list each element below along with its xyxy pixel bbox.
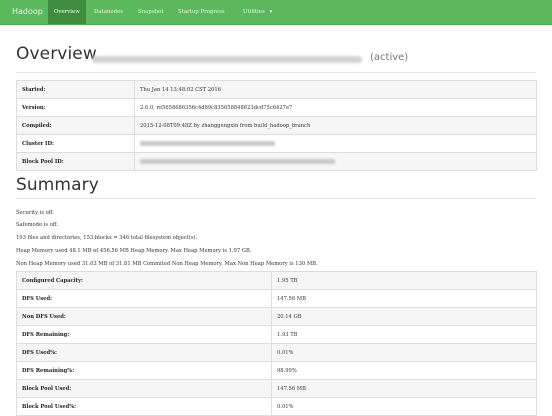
overview-table: Started: Thu Jan 14 13:48:02 CST 2016 Ve…	[16, 80, 537, 171]
row-value: 1.93 TB	[271, 325, 537, 344]
hostname-redacted	[92, 56, 362, 63]
table-row: DFS Remaining%: 98.99%	[16, 361, 537, 380]
table-row: Compiled: 2015-12-08T09:48Z by zhanggeng…	[16, 116, 537, 135]
filesystem-objects: 193 files and directories, 153 blocks = …	[16, 235, 198, 241]
row-value: 147.56 MB	[271, 379, 537, 398]
table-row: Cluster ID:	[16, 134, 537, 153]
row-label: Non DFS Used:	[16, 307, 272, 326]
row-value: 147.56 MB	[271, 289, 537, 308]
row-label: DFS Remaining%:	[16, 361, 272, 380]
row-value: 98.99%	[271, 361, 537, 380]
row-label: Started:	[16, 80, 135, 99]
divider	[16, 198, 536, 199]
table-row: Version: 2.6.0, re5658686356c4d89c835658…	[16, 98, 537, 117]
table-row: DFS Remaining: 1.93 TB	[16, 325, 537, 344]
row-value: 1.95 TB	[271, 271, 537, 290]
row-value: Thu Jan 14 13:48:02 CST 2016	[134, 80, 537, 99]
table-row: Configured Capacity: 1.95 TB	[16, 271, 537, 290]
chevron-down-icon: ▾	[269, 9, 273, 15]
row-label: DFS Used:	[16, 289, 272, 308]
namenode-status: (active)	[370, 52, 409, 63]
row-label: Version:	[16, 98, 135, 117]
row-label: Compiled:	[16, 116, 135, 135]
table-row: Block Pool ID:	[16, 152, 537, 171]
row-label: Block Pool Used:	[16, 379, 272, 398]
row-label: DFS Used%:	[16, 343, 272, 362]
row-label: Configured Capacity:	[16, 271, 272, 290]
security-status: Security is off.	[16, 210, 54, 216]
summary-table: Configured Capacity: 1.95 TB DFS Used: 1…	[16, 271, 537, 416]
overview-title: Overview	[16, 44, 97, 64]
top-navbar: Hadoop Overview Datanodes Snapshot Start…	[0, 0, 552, 25]
nav-utilities-label: Utilities	[243, 9, 265, 15]
table-row: Block Pool Used: 147.56 MB	[16, 379, 537, 398]
nav-snapshot[interactable]: Snapshot	[132, 0, 169, 24]
table-row: Started: Thu Jan 14 13:48:02 CST 2016	[16, 80, 537, 99]
cluster-id-redacted	[134, 134, 537, 153]
divider	[16, 72, 536, 73]
nav-overview[interactable]: Overview	[48, 0, 86, 24]
row-label: Block Pool Used%:	[16, 397, 272, 416]
block-pool-id-redacted	[134, 152, 537, 171]
non-heap-memory: Non Heap Memory used 31.03 MB of 31.81 M…	[16, 261, 318, 267]
nav-datanodes[interactable]: Datanodes	[88, 0, 129, 24]
table-row: Block Pool Used%: 0.01%	[16, 397, 537, 416]
table-row: DFS Used%: 0.01%	[16, 343, 537, 362]
table-row: DFS Used: 147.56 MB	[16, 289, 537, 308]
safemode-status: Safemode is off.	[16, 222, 58, 228]
summary-title: Summary	[16, 175, 99, 195]
row-value: 2015-12-08T09:48Z by zhanggengxin from b…	[134, 116, 537, 135]
row-value: 0.01%	[271, 397, 537, 416]
heap-memory: Heap Memory used 48.1 MB of 456.56 MB He…	[16, 248, 252, 254]
row-value: 20.14 GB	[271, 307, 537, 326]
row-label: DFS Remaining:	[16, 325, 272, 344]
row-value: 0.01%	[271, 343, 537, 362]
nav-startup-progress[interactable]: Startup Progress	[172, 0, 231, 24]
row-label: Block Pool ID:	[16, 152, 135, 171]
row-value: 2.6.0, re5658686356c4d89c835658848623dcd…	[134, 98, 537, 117]
row-label: Cluster ID:	[16, 134, 135, 153]
nav-utilities[interactable]: Utilities ▾	[237, 0, 278, 24]
table-row: Non DFS Used: 20.14 GB	[16, 307, 537, 326]
brand-logo[interactable]: Hadoop	[12, 0, 43, 24]
